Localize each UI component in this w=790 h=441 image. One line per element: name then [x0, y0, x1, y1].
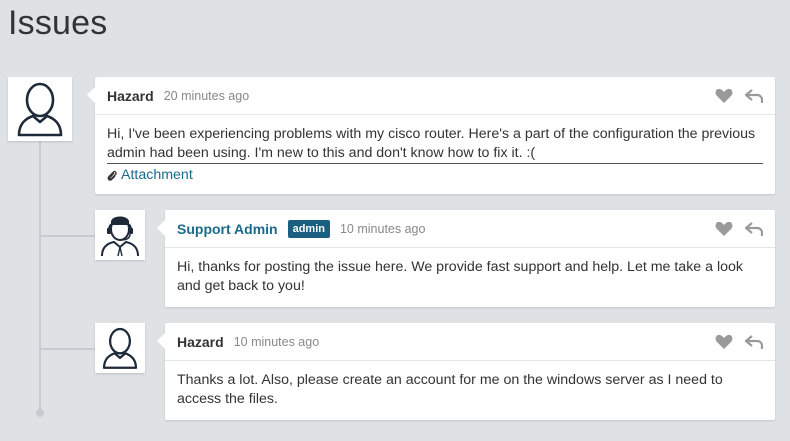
- comment-body: Hi, thanks for posting the issue here. W…: [165, 248, 775, 304]
- attachment-label: Attachment: [121, 167, 193, 183]
- user-icon: [102, 327, 138, 369]
- timeline-line: [39, 140, 41, 412]
- reply-icon[interactable]: [745, 334, 763, 350]
- heart-icon[interactable]: [715, 221, 733, 237]
- comment-actions: [715, 210, 763, 247]
- comment-header: Support Admin admin 10 minutes ago: [165, 210, 775, 248]
- comment-author[interactable]: Support Admin: [177, 221, 278, 237]
- comment-actions: [715, 323, 763, 360]
- comment-actions: [715, 77, 763, 114]
- role-badge: admin: [287, 219, 330, 238]
- heart-icon[interactable]: [715, 88, 733, 104]
- avatar[interactable]: [8, 77, 72, 141]
- heart-icon[interactable]: [715, 334, 733, 350]
- avatar[interactable]: [95, 323, 145, 373]
- reply-icon[interactable]: [745, 88, 763, 104]
- comment-card: Hazard 20 minutes ago Hi, I've been expe…: [87, 77, 775, 194]
- attachment-link[interactable]: Attachment: [107, 166, 763, 185]
- avatar[interactable]: [95, 210, 145, 260]
- timeline-branch: [40, 348, 96, 350]
- comment-body: Hi, I've been experiencing problems with…: [95, 115, 775, 193]
- comment-body: Thanks a lot. Also, please create an acc…: [165, 361, 775, 417]
- comment-message: Hi, thanks for posting the issue here. W…: [177, 259, 743, 294]
- comment-timestamp: 10 minutes ago: [339, 221, 426, 236]
- comment-message: Hi, I've been experiencing problems with…: [107, 125, 763, 164]
- comment-timestamp: 20 minutes ago: [163, 88, 250, 103]
- comment-author[interactable]: Hazard: [107, 88, 154, 104]
- comment-card: Support Admin admin 10 minutes ago Hi, t…: [157, 210, 775, 307]
- comment-card: Hazard 10 minutes ago Thanks a lot. Also…: [157, 323, 775, 420]
- comment-timestamp: 10 minutes ago: [233, 334, 320, 349]
- user-icon: [17, 82, 63, 137]
- timeline-branch: [40, 235, 96, 237]
- reply-icon[interactable]: [745, 221, 763, 237]
- paperclip-icon: [107, 170, 117, 181]
- comment-header: Hazard 10 minutes ago: [165, 323, 775, 361]
- timeline-end-dot: [36, 409, 44, 417]
- support-agent-icon: [101, 216, 139, 257]
- comment-author[interactable]: Hazard: [177, 334, 224, 350]
- page-title: Issues: [8, 4, 108, 42]
- comment-message: Thanks a lot. Also, please create an acc…: [177, 372, 723, 407]
- comment-header: Hazard 20 minutes ago: [95, 77, 775, 115]
